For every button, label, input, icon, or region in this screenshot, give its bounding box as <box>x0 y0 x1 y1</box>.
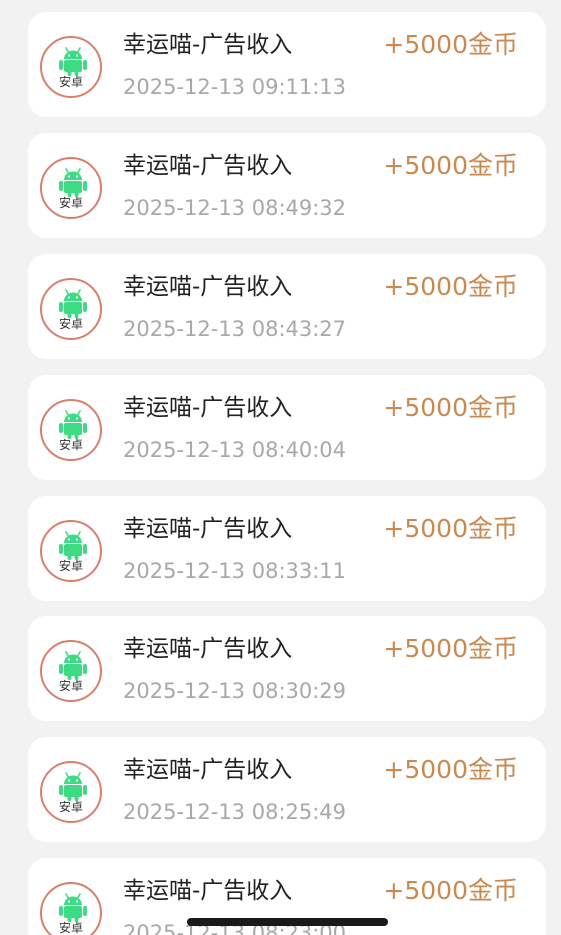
record-amount: +5000金币 <box>383 151 518 180</box>
android-icon <box>59 772 87 801</box>
android-avatar: 安卓 <box>40 278 102 340</box>
record-time: 2025-12-13 08:40:04 <box>123 438 347 462</box>
record-amount: +5000金币 <box>383 30 518 59</box>
record-amount: +5000金币 <box>383 272 518 301</box>
record-title: 幸运喵-广告收入 <box>123 757 293 783</box>
record-amount: +5000金币 <box>383 393 518 422</box>
android-icon <box>59 531 87 560</box>
record-amount: +5000金币 <box>383 876 518 905</box>
android-avatar: 安卓 <box>40 157 102 219</box>
record-amount: +5000金币 <box>383 514 518 543</box>
record-amount: +5000金币 <box>383 634 518 663</box>
avatar-label: 安卓 <box>58 559 83 573</box>
home-indicator[interactable] <box>187 918 388 926</box>
android-icon <box>59 893 87 922</box>
avatar-label: 安卓 <box>58 75 83 89</box>
avatar-label: 安卓 <box>58 317 83 331</box>
record-title: 幸运喵-广告收入 <box>123 32 293 58</box>
avatar-label: 安卓 <box>58 921 83 935</box>
list-item[interactable]: 安卓 幸运喵-广告收入 +5000金币 2025-12-13 08:30:29 <box>28 616 546 721</box>
android-avatar: 安卓 <box>40 882 102 935</box>
avatar-label: 安卓 <box>58 679 83 693</box>
android-icon <box>59 168 87 197</box>
list-item[interactable]: 安卓 幸运喵-广告收入 +5000金币 2025-12-13 08:40:04 <box>28 375 546 480</box>
avatar-label: 安卓 <box>58 196 83 210</box>
record-time: 2025-12-13 08:43:27 <box>123 317 347 341</box>
android-avatar: 安卓 <box>40 520 102 582</box>
transaction-list: 安卓 幸运喵-广告收入 +5000金币 2025-12-13 09:11:13 … <box>0 0 561 935</box>
android-icon <box>59 651 87 680</box>
record-amount: +5000金币 <box>383 755 518 784</box>
record-title: 幸运喵-广告收入 <box>123 878 293 904</box>
list-item[interactable]: 安卓 幸运喵-广告收入 +5000金币 2025-12-13 08:33:11 <box>28 496 546 601</box>
record-time: 2025-12-13 08:49:32 <box>123 196 347 220</box>
list-item[interactable]: 安卓 幸运喵-广告收入 +5000金币 2025-12-13 08:43:27 <box>28 254 546 359</box>
avatar-label: 安卓 <box>58 438 83 452</box>
record-time: 2025-12-13 08:30:29 <box>123 679 347 703</box>
record-title: 幸运喵-广告收入 <box>123 395 293 421</box>
record-title: 幸运喵-广告收入 <box>123 636 293 662</box>
avatar-label: 安卓 <box>58 800 83 814</box>
record-title: 幸运喵-广告收入 <box>123 274 293 300</box>
record-time: 2025-12-13 08:33:11 <box>123 559 347 583</box>
android-avatar: 安卓 <box>40 640 102 702</box>
android-avatar: 安卓 <box>40 761 102 823</box>
list-item[interactable]: 安卓 幸运喵-广告收入 +5000金币 2025-12-13 09:11:13 <box>28 12 546 117</box>
record-time: 2025-12-13 09:11:13 <box>123 75 347 99</box>
list-item[interactable]: 安卓 幸运喵-广告收入 +5000金币 2025-12-13 08:25:49 <box>28 737 546 842</box>
android-icon <box>59 47 87 76</box>
record-title: 幸运喵-广告收入 <box>123 153 293 179</box>
android-icon <box>59 289 87 318</box>
android-avatar: 安卓 <box>40 399 102 461</box>
list-item[interactable]: 安卓 幸运喵-广告收入 +5000金币 2025-12-13 08:49:32 <box>28 133 546 238</box>
android-avatar: 安卓 <box>40 36 102 98</box>
record-time: 2025-12-13 08:25:49 <box>123 800 347 824</box>
android-icon <box>59 410 87 439</box>
record-title: 幸运喵-广告收入 <box>123 516 293 542</box>
